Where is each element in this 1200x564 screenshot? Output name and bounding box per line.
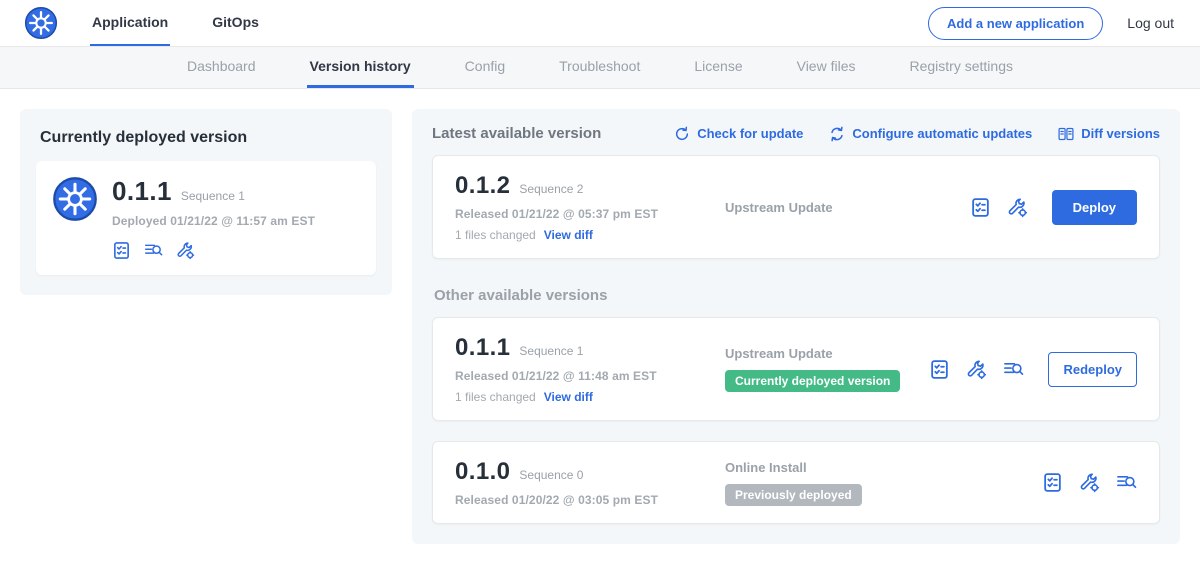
- deploy-logs-icon[interactable]: [1116, 472, 1137, 493]
- diff-icon: [1058, 126, 1074, 142]
- version-header-actions: Check for update Configure automatic upd…: [674, 126, 1160, 142]
- edit-config-icon[interactable]: [966, 359, 987, 380]
- diff-versions-label: Diff versions: [1081, 126, 1160, 141]
- version-number: 0.1.0: [455, 458, 510, 486]
- released-timestamp: Released 01/21/22 @ 11:48 am EST: [455, 369, 713, 383]
- released-timestamp: Released 01/20/22 @ 03:05 pm EST: [455, 493, 713, 507]
- kubernetes-logo: [24, 6, 58, 40]
- subtab-version-history-label: Version history: [310, 58, 411, 74]
- subtab-registry-settings[interactable]: Registry settings: [907, 47, 1016, 88]
- deployed-actions: [112, 241, 315, 260]
- version-line: 0.1.1 Sequence 1: [455, 334, 713, 362]
- header-actions: Add a new application Log out: [928, 7, 1174, 40]
- deployed-version-info: 0.1.1 Sequence 1 Deployed 01/21/22 @ 11:…: [112, 176, 315, 260]
- app-subnav: Dashboard Version history Config Trouble…: [0, 47, 1200, 89]
- files-changed-label: 1 files changed: [455, 390, 536, 404]
- other-versions-title: Other available versions: [434, 287, 1160, 304]
- tab-application-label: Application: [92, 14, 168, 30]
- subtab-license[interactable]: License: [691, 47, 745, 88]
- preflight-checks-icon[interactable]: [970, 197, 991, 218]
- top-header: Application GitOps Add a new application…: [0, 0, 1200, 47]
- version-source: Online Install: [725, 460, 1042, 475]
- version-history-panel: Latest available version Check for updat…: [412, 109, 1180, 544]
- subtab-license-label: License: [694, 58, 742, 74]
- version-info: 0.1.2 Sequence 2 Released 01/21/22 @ 05:…: [455, 172, 713, 242]
- refresh-icon: [674, 126, 690, 142]
- deploy-button[interactable]: Deploy: [1052, 190, 1137, 225]
- preflight-checks-icon[interactable]: [1042, 472, 1063, 493]
- configure-automatic-updates-link[interactable]: Configure automatic updates: [829, 126, 1032, 142]
- deployed-version-line: 0.1.1 Sequence 1: [112, 176, 315, 207]
- version-row-deployed: 0.1.1 Sequence 1 Released 01/21/22 @ 11:…: [432, 317, 1160, 421]
- latest-available-title: Latest available version: [432, 125, 601, 142]
- version-actions: Deploy: [970, 190, 1137, 225]
- currently-deployed-panel: Currently deployed version 0.1.1: [20, 109, 392, 295]
- version-actions: Redeploy: [929, 352, 1137, 387]
- subtab-dashboard[interactable]: Dashboard: [184, 47, 259, 88]
- subtab-dashboard-label: Dashboard: [187, 58, 256, 74]
- files-changed-line: 1 files changed View diff: [455, 390, 713, 404]
- configure-automatic-updates-label: Configure automatic updates: [852, 126, 1032, 141]
- version-number: 0.1.2: [455, 172, 510, 200]
- tab-gitops-label: GitOps: [212, 14, 259, 30]
- logout-link[interactable]: Log out: [1127, 15, 1174, 31]
- version-source-block: Upstream Update Currently deployed versi…: [713, 346, 929, 392]
- deployed-version-card: 0.1.1 Sequence 1 Deployed 01/21/22 @ 11:…: [36, 161, 376, 275]
- diff-versions-link[interactable]: Diff versions: [1058, 126, 1160, 142]
- version-line: 0.1.2 Sequence 2: [455, 172, 713, 200]
- deploy-logs-icon[interactable]: [1003, 359, 1024, 380]
- sequence-label: Sequence 1: [519, 344, 583, 358]
- add-application-button[interactable]: Add a new application: [928, 7, 1103, 40]
- status-badge-previously-deployed: Previously deployed: [725, 484, 862, 506]
- subtab-config-label: Config: [465, 58, 505, 74]
- redeploy-button[interactable]: Redeploy: [1048, 352, 1137, 387]
- released-timestamp: Released 01/21/22 @ 05:37 pm EST: [455, 207, 713, 221]
- preflight-checks-icon[interactable]: [929, 359, 950, 380]
- version-info: 0.1.0 Sequence 0 Released 01/20/22 @ 03:…: [455, 458, 713, 507]
- view-diff-link[interactable]: View diff: [544, 228, 593, 242]
- deployed-sequence-label: Sequence 1: [181, 189, 245, 203]
- subtab-troubleshoot[interactable]: Troubleshoot: [556, 47, 643, 88]
- edit-config-icon[interactable]: [176, 241, 195, 260]
- version-actions: [1042, 472, 1137, 493]
- version-info: 0.1.1 Sequence 1 Released 01/21/22 @ 11:…: [455, 334, 713, 404]
- sequence-label: Sequence 0: [519, 468, 583, 482]
- subtab-view-files[interactable]: View files: [794, 47, 859, 88]
- app-logo: [52, 176, 98, 222]
- subtab-version-history[interactable]: Version history: [307, 47, 414, 88]
- sequence-label: Sequence 2: [519, 182, 583, 196]
- version-row-previous: 0.1.0 Sequence 0 Released 01/20/22 @ 03:…: [432, 441, 1160, 524]
- version-source-block: Online Install Previously deployed: [713, 460, 1042, 506]
- version-line: 0.1.0 Sequence 0: [455, 458, 713, 486]
- edit-config-icon[interactable]: [1079, 472, 1100, 493]
- files-changed-label: 1 files changed: [455, 228, 536, 242]
- deployed-timestamp: Deployed 01/21/22 @ 11:57 am EST: [112, 214, 315, 228]
- deployed-panel-title: Currently deployed version: [40, 129, 376, 147]
- tab-application[interactable]: Application: [90, 0, 170, 46]
- version-source-block: Upstream Update: [713, 200, 970, 215]
- view-diff-link[interactable]: View diff: [544, 390, 593, 404]
- top-nav: Application GitOps: [90, 0, 301, 46]
- check-for-update-link[interactable]: Check for update: [674, 126, 803, 142]
- edit-config-icon[interactable]: [1007, 197, 1028, 218]
- version-number: 0.1.1: [455, 334, 510, 362]
- main-content: Currently deployed version 0.1.1: [0, 89, 1200, 564]
- deployed-version-number: 0.1.1: [112, 176, 172, 207]
- tab-gitops[interactable]: GitOps: [210, 0, 261, 46]
- auto-update-icon: [829, 126, 845, 142]
- files-changed-line: 1 files changed View diff: [455, 228, 713, 242]
- deploy-logs-icon[interactable]: [144, 241, 163, 260]
- preflight-checks-icon[interactable]: [112, 241, 131, 260]
- version-source: Upstream Update: [725, 200, 970, 215]
- version-source: Upstream Update: [725, 346, 929, 361]
- subtab-view-files-label: View files: [797, 58, 856, 74]
- check-for-update-label: Check for update: [697, 126, 803, 141]
- latest-version-header: Latest available version Check for updat…: [432, 125, 1160, 142]
- subtab-troubleshoot-label: Troubleshoot: [559, 58, 640, 74]
- version-row-latest: 0.1.2 Sequence 2 Released 01/21/22 @ 05:…: [432, 155, 1160, 259]
- status-badge-currently-deployed: Currently deployed version: [725, 370, 900, 392]
- subtab-config[interactable]: Config: [462, 47, 508, 88]
- subtab-registry-settings-label: Registry settings: [910, 58, 1013, 74]
